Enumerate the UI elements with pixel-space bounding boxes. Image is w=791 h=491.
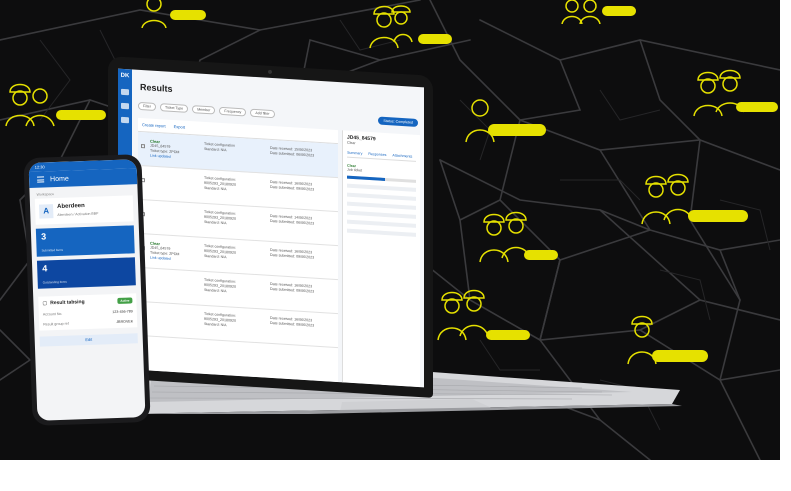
frequency-chip[interactable]: Frequency: [219, 106, 247, 117]
laptop-lid: DK Results Filter Ticket Type Member Fre…: [108, 56, 433, 398]
flag-icon[interactable]: [121, 102, 129, 110]
row-config: Ticket configuration Standard: N/A: [204, 141, 236, 153]
detail-placeholder-line: [347, 201, 416, 210]
row-type: [150, 173, 200, 176]
row-meta: Date received: 16/06/2023 Date submitted:…: [270, 315, 315, 328]
phone-device: 12:30 Home Workspace A Aberdeen Aberdeen…: [23, 154, 151, 426]
row-type: [150, 275, 200, 278]
row-name: [150, 309, 200, 312]
outstanding-tile[interactable]: 4 Outstanding items: [36, 257, 136, 289]
row-link[interactable]: [150, 173, 200, 176]
row-config: Ticket configuration: 9005293_20180920 St…: [204, 243, 237, 260]
tab-responses[interactable]: Responses: [368, 152, 386, 157]
detail-tabs: Summary Responses Attachments: [347, 150, 416, 162]
submitted-label: Submitted items: [41, 247, 64, 253]
create-report-button[interactable]: Create report: [142, 122, 166, 128]
phone-header-title: Home: [49, 175, 69, 183]
detail-placeholder-line: [347, 183, 416, 192]
row-summary: [150, 275, 200, 278]
row-status: [150, 275, 200, 278]
camera-icon: [268, 69, 272, 75]
row-summary: [150, 309, 200, 312]
workspace-card[interactable]: A Aberdeen Aberdeen / Activation BBP: [34, 195, 134, 225]
row-name: [150, 207, 200, 210]
row-config: Ticket configuration: 9005293_20180920 St…: [204, 175, 237, 192]
home-icon[interactable]: [121, 88, 129, 96]
hamburger-menu-icon[interactable]: [37, 176, 45, 183]
workspace-avatar: A: [38, 204, 54, 219]
active-badge: Active: [117, 297, 133, 304]
row-summary: [150, 173, 200, 176]
row-checkbox[interactable]: [141, 144, 145, 149]
row-meta: Date received: 16/06/2023 Date submitted:…: [270, 247, 315, 260]
status-chip[interactable]: Status: Completed: [378, 116, 418, 127]
detail-progress-bar: [347, 175, 416, 183]
row-link[interactable]: [150, 275, 200, 278]
stage: DK Results Filter Ticket Type Member Fre…: [0, 0, 791, 491]
result-card-icon: ▢: [42, 300, 48, 307]
edit-button[interactable]: Edit: [39, 333, 138, 347]
row-meta: Date received: 15/06/2023 Date submitted:…: [270, 145, 315, 158]
export-button[interactable]: Export: [174, 124, 186, 130]
app-main: Results Filter Ticket Type Member Freque…: [132, 69, 424, 388]
detail-panel: JD45_84579 Clear Summary Responses Attac…: [342, 130, 420, 388]
row-link[interactable]: [150, 207, 200, 210]
result-card: ▢ Result tabsing Active Account No. 123-4…: [38, 293, 138, 331]
result-card-row: Account No. 123-456-789: [42, 309, 133, 317]
row-status: [150, 207, 200, 210]
phone-screen: 12:30 Home Workspace A Aberdeen Aberdeen…: [28, 159, 146, 421]
row-config: Ticket configuration: 9005293_20180920 St…: [204, 277, 237, 294]
row-type: [150, 207, 200, 210]
app-logo: DK: [120, 72, 130, 80]
row-name: [150, 173, 200, 176]
row-meta: Date received: 14/06/2023 Date submitted:…: [270, 213, 315, 226]
filter-chip[interactable]: Filter: [138, 101, 156, 111]
row-summary: Clear JD45_84579 Ticket type: ZPDM Link upd…: [150, 139, 200, 162]
results-list: Create report Export Clear JD45_84579 Tick…: [138, 117, 338, 383]
row-config: Ticket configuration: 9005293_20180920 St…: [204, 311, 237, 328]
result-card-row: Result group ref JBROVEK: [43, 319, 134, 327]
row-status: [150, 173, 200, 176]
detail-placeholder-line: [347, 219, 416, 228]
outstanding-label: Outstanding items: [42, 279, 67, 285]
row-link[interactable]: [150, 309, 200, 312]
detail-placeholder-line: [347, 228, 416, 237]
workspace-subtitle: Aberdeen / Activation BBP: [57, 211, 99, 217]
results-rows: Clear JD45_84579 Ticket type: ZPDM Link upd…: [138, 131, 338, 349]
laptop-screen: DK Results Filter Ticket Type Member Fre…: [118, 68, 424, 388]
row-meta: Date received: 16/06/2023 Date submitted:…: [270, 281, 315, 294]
result-card-title: Result tabsing: [50, 299, 85, 307]
row-name: [150, 275, 200, 278]
row-meta: Date received: 16/06/2023 Date submitted:…: [270, 179, 315, 192]
page-title: Results: [140, 81, 173, 94]
detail-placeholder-line: [347, 210, 416, 219]
workspace-name: Aberdeen: [56, 203, 85, 210]
submitted-count: 3: [40, 231, 47, 242]
outstanding-count: 4: [42, 263, 48, 274]
add-filter-chip[interactable]: Add filter: [250, 108, 275, 119]
submitted-tile[interactable]: 3 Submitted items: [35, 225, 135, 257]
chart-icon[interactable]: [121, 116, 129, 124]
row-summary: Clear JD45_84579 Ticket type: ZPDM Link upd…: [150, 241, 200, 264]
row-type: [150, 309, 200, 312]
row-status: [150, 309, 200, 312]
detail-placeholder-line: [347, 192, 416, 201]
tab-attachments[interactable]: Attachments: [392, 153, 412, 158]
row-config: Ticket configuration: 9005293_20180920 St…: [204, 209, 237, 226]
tab-summary[interactable]: Summary: [347, 151, 362, 156]
ticket-type-chip[interactable]: Ticket Type: [160, 103, 189, 113]
phone-time: 12:30: [34, 164, 45, 170]
member-chip[interactable]: Member: [192, 105, 216, 115]
row-summary: [150, 207, 200, 210]
